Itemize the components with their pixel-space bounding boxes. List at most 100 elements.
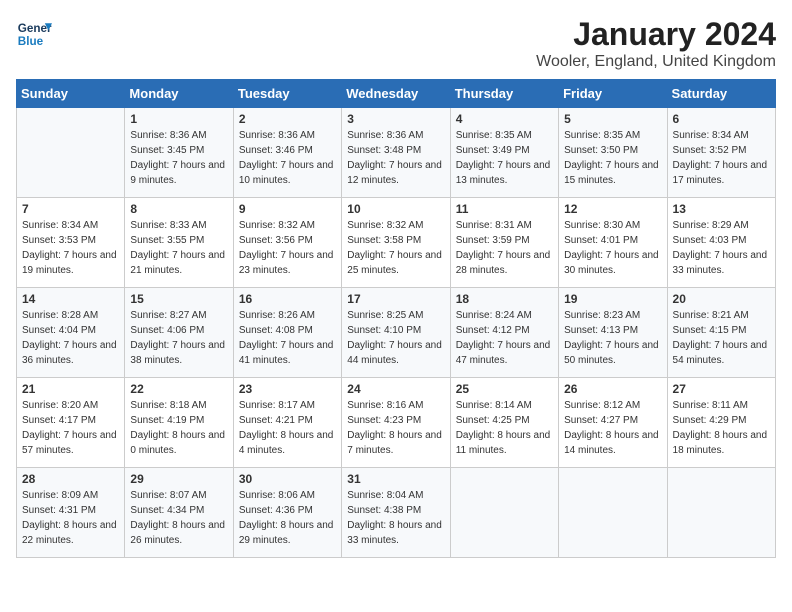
calendar-body: 1Sunrise: 8:36 AMSunset: 3:45 PMDaylight…	[17, 108, 776, 558]
day-number: 9	[239, 202, 336, 216]
day-number: 13	[673, 202, 770, 216]
calendar-cell: 9 Sunrise: 8:32 AMSunset: 3:56 PMDaylight…	[233, 198, 341, 288]
day-number: 23	[239, 382, 336, 396]
calendar-cell: 2 Sunrise: 8:36 AMSunset: 3:46 PMDaylight…	[233, 108, 341, 198]
cell-info: Sunrise: 8:16 AMSunset: 4:23 PMDaylight:…	[347, 398, 444, 458]
calendar-cell: 1Sunrise: 8:36 AMSunset: 3:45 PMDaylight…	[125, 108, 233, 198]
cell-info: Sunrise: 8:34 AMSunset: 3:52 PMDaylight:…	[673, 128, 770, 188]
day-number: 28	[22, 472, 119, 486]
calendar-cell: 12Sunrise: 8:30 AMSunset: 4:01 PMDayligh…	[559, 198, 667, 288]
calendar-week-row: 14 Sunrise: 8:28 AMSunset: 4:04 PMDayligh…	[17, 288, 776, 378]
calendar-week-row: 7 Sunrise: 8:34 AMSunset: 3:53 PMDaylight…	[17, 198, 776, 288]
day-number: 15	[130, 292, 227, 306]
calendar-cell: 22 Sunrise: 8:18 AMSunset: 4:19 PMDayligh…	[125, 378, 233, 468]
calendar-cell: 27Sunrise: 8:11 AMSunset: 4:29 PMDayligh…	[667, 378, 775, 468]
calendar-cell: 28 Sunrise: 8:09 AMSunset: 4:31 PMDayligh…	[17, 468, 125, 558]
calendar-cell: 23 Sunrise: 8:17 AMSunset: 4:21 PMDayligh…	[233, 378, 341, 468]
cell-info: Sunrise: 8:28 AMSunset: 4:04 PMDaylight:…	[22, 308, 119, 368]
calendar-cell: 6 Sunrise: 8:34 AMSunset: 3:52 PMDaylight…	[667, 108, 775, 198]
day-number: 5	[564, 112, 661, 126]
calendar-week-row: 28 Sunrise: 8:09 AMSunset: 4:31 PMDayligh…	[17, 468, 776, 558]
cell-info: Sunrise: 8:24 AMSunset: 4:12 PMDaylight:…	[456, 308, 553, 368]
day-number: 7	[22, 202, 119, 216]
day-number: 16	[239, 292, 336, 306]
calendar-cell: 5Sunrise: 8:35 AMSunset: 3:50 PMDaylight…	[559, 108, 667, 198]
cell-info: Sunrise: 8:25 AMSunset: 4:10 PMDaylight:…	[347, 308, 444, 368]
calendar-cell: 21 Sunrise: 8:20 AMSunset: 4:17 PMDayligh…	[17, 378, 125, 468]
cell-info: Sunrise: 8:32 AMSunset: 3:58 PMDaylight:…	[347, 218, 444, 278]
cell-info: Sunrise: 8:32 AMSunset: 3:56 PMDaylight:…	[239, 218, 336, 278]
cell-info: Sunrise: 8:35 AMSunset: 3:49 PMDaylight:…	[456, 128, 553, 188]
calendar-cell	[17, 108, 125, 198]
location: Wooler, England, United Kingdom	[536, 53, 776, 71]
calendar-cell: 8Sunrise: 8:33 AMSunset: 3:55 PMDaylight…	[125, 198, 233, 288]
day-number: 18	[456, 292, 553, 306]
cell-info: Sunrise: 8:12 AMSunset: 4:27 PMDaylight:…	[564, 398, 661, 458]
day-number: 24	[347, 382, 444, 396]
calendar-cell: 15 Sunrise: 8:27 AMSunset: 4:06 PMDayligh…	[125, 288, 233, 378]
cell-info: Sunrise: 8:18 AMSunset: 4:19 PMDaylight:…	[130, 398, 227, 458]
cell-info: Sunrise: 8:06 AMSunset: 4:36 PMDaylight:…	[239, 488, 336, 548]
calendar-cell: 25 Sunrise: 8:14 AMSunset: 4:25 PMDayligh…	[450, 378, 558, 468]
cell-info: Sunrise: 8:34 AMSunset: 3:53 PMDaylight:…	[22, 218, 119, 278]
cell-info: Sunrise: 8:29 AMSunset: 4:03 PMDaylight:…	[673, 218, 770, 278]
day-number: 4	[456, 112, 553, 126]
cell-info: Sunrise: 8:20 AMSunset: 4:17 PMDaylight:…	[22, 398, 119, 458]
calendar-cell: 19 Sunrise: 8:23 AMSunset: 4:13 PMDayligh…	[559, 288, 667, 378]
calendar-cell: 13 Sunrise: 8:29 AMSunset: 4:03 PMDayligh…	[667, 198, 775, 288]
calendar-cell: 4 Sunrise: 8:35 AMSunset: 3:49 PMDaylight…	[450, 108, 558, 198]
day-header-saturday: Saturday	[667, 80, 775, 108]
day-header-wednesday: Wednesday	[342, 80, 450, 108]
calendar-cell: 29Sunrise: 8:07 AMSunset: 4:34 PMDayligh…	[125, 468, 233, 558]
day-number: 19	[564, 292, 661, 306]
day-number: 17	[347, 292, 444, 306]
day-number: 20	[673, 292, 770, 306]
calendar-header-row: SundayMondayTuesdayWednesdayThursdayFrid…	[17, 80, 776, 108]
cell-info: Sunrise: 8:14 AMSunset: 4:25 PMDaylight:…	[456, 398, 553, 458]
calendar-cell: 11 Sunrise: 8:31 AMSunset: 3:59 PMDayligh…	[450, 198, 558, 288]
cell-info: Sunrise: 8:26 AMSunset: 4:08 PMDaylight:…	[239, 308, 336, 368]
day-header-monday: Monday	[125, 80, 233, 108]
day-number: 26	[564, 382, 661, 396]
page-header: General Blue January 2024 Wooler, Englan…	[16, 16, 776, 71]
calendar-cell: 10 Sunrise: 8:32 AMSunset: 3:58 PMDayligh…	[342, 198, 450, 288]
day-number: 6	[673, 112, 770, 126]
day-number: 22	[130, 382, 227, 396]
day-number: 1	[130, 112, 227, 126]
day-number: 3	[347, 112, 444, 126]
day-number: 21	[22, 382, 119, 396]
cell-info: Sunrise: 8:27 AMSunset: 4:06 PMDaylight:…	[130, 308, 227, 368]
calendar-cell: 26 Sunrise: 8:12 AMSunset: 4:27 PMDayligh…	[559, 378, 667, 468]
calendar-cell: 3 Sunrise: 8:36 AMSunset: 3:48 PMDaylight…	[342, 108, 450, 198]
day-number: 11	[456, 202, 553, 216]
day-number: 25	[456, 382, 553, 396]
day-number: 12	[564, 202, 661, 216]
day-header-friday: Friday	[559, 80, 667, 108]
calendar-table: SundayMondayTuesdayWednesdayThursdayFrid…	[16, 79, 776, 558]
cell-info: Sunrise: 8:23 AMSunset: 4:13 PMDaylight:…	[564, 308, 661, 368]
day-number: 31	[347, 472, 444, 486]
day-number: 14	[22, 292, 119, 306]
calendar-week-row: 1Sunrise: 8:36 AMSunset: 3:45 PMDaylight…	[17, 108, 776, 198]
calendar-cell: 18 Sunrise: 8:24 AMSunset: 4:12 PMDayligh…	[450, 288, 558, 378]
cell-info: Sunrise: 8:33 AMSunset: 3:55 PMDaylight:…	[130, 218, 227, 278]
calendar-cell: 30 Sunrise: 8:06 AMSunset: 4:36 PMDayligh…	[233, 468, 341, 558]
cell-info: Sunrise: 8:31 AMSunset: 3:59 PMDaylight:…	[456, 218, 553, 278]
cell-info: Sunrise: 8:36 AMSunset: 3:46 PMDaylight:…	[239, 128, 336, 188]
day-number: 30	[239, 472, 336, 486]
day-number: 2	[239, 112, 336, 126]
calendar-cell	[450, 468, 558, 558]
svg-text:Blue: Blue	[18, 35, 44, 48]
calendar-cell: 14 Sunrise: 8:28 AMSunset: 4:04 PMDayligh…	[17, 288, 125, 378]
cell-info: Sunrise: 8:36 AMSunset: 3:48 PMDaylight:…	[347, 128, 444, 188]
logo-icon: General Blue	[16, 16, 52, 52]
calendar-cell: 17 Sunrise: 8:25 AMSunset: 4:10 PMDayligh…	[342, 288, 450, 378]
cell-info: Sunrise: 8:09 AMSunset: 4:31 PMDaylight:…	[22, 488, 119, 548]
calendar-cell	[559, 468, 667, 558]
day-header-thursday: Thursday	[450, 80, 558, 108]
day-number: 10	[347, 202, 444, 216]
cell-info: Sunrise: 8:04 AMSunset: 4:38 PMDaylight:…	[347, 488, 444, 548]
cell-info: Sunrise: 8:11 AMSunset: 4:29 PMDaylight:…	[673, 398, 770, 458]
calendar-cell: 31 Sunrise: 8:04 AMSunset: 4:38 PMDayligh…	[342, 468, 450, 558]
cell-info: Sunrise: 8:17 AMSunset: 4:21 PMDaylight:…	[239, 398, 336, 458]
